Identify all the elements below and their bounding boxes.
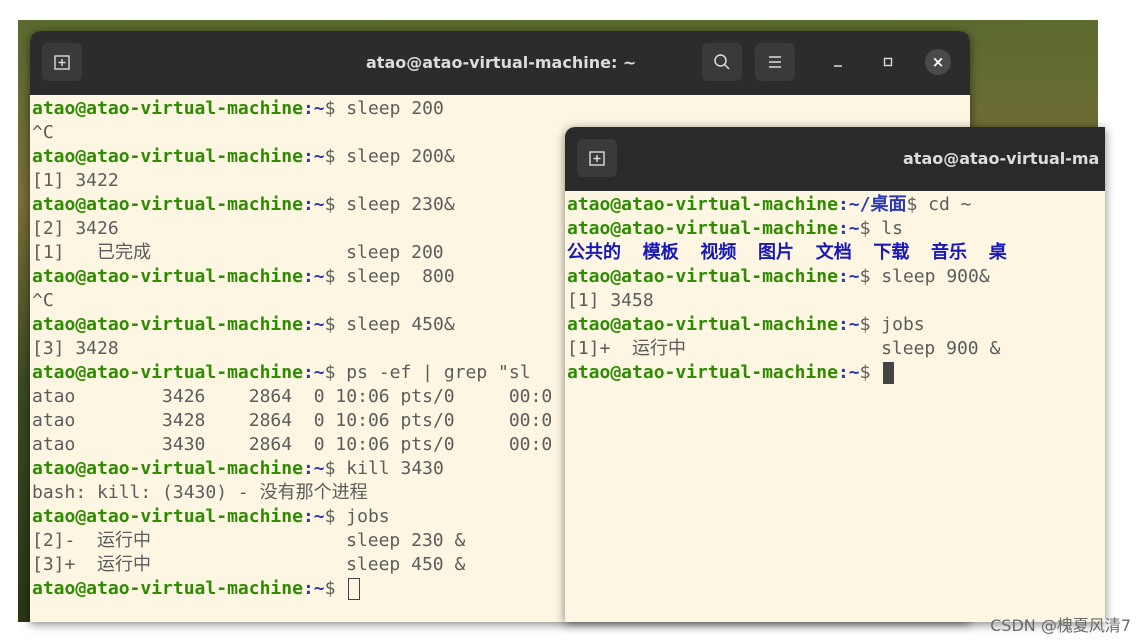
prompt-user: atao@atao-virtual-machine <box>32 266 303 287</box>
prompt-user: atao@atao-virtual-machine <box>32 458 303 479</box>
minimize-icon <box>834 65 842 67</box>
prompt-path: :~ <box>302 98 325 119</box>
hamburger-menu-icon <box>769 56 781 68</box>
prompt-user: atao@atao-virtual-machine <box>567 314 838 335</box>
text-cursor <box>883 362 895 384</box>
prompt-line: atao@atao-virtual-machine:~$ jobs <box>567 313 925 337</box>
prompt-line: atao@atao-virtual-machine:~$ ls <box>567 217 903 241</box>
prompt-line: atao@atao-virtual-machine:~$ kill 3430 <box>32 457 444 481</box>
prompt-line: atao@atao-virtual-machine:~$ sleep 450& <box>32 313 455 337</box>
command-text: $ sleep 230& <box>324 194 455 215</box>
output-line: [3] 3428 <box>32 338 119 359</box>
prompt-line: atao@atao-virtual-machine:~$ <box>32 577 361 601</box>
prompt-user: atao@atao-virtual-machine <box>32 362 303 383</box>
command-text: $ <box>859 362 882 383</box>
window-title: atao@atao-virtual-ma <box>903 149 1100 168</box>
prompt-path: :~ <box>302 314 325 335</box>
prompt-line: atao@atao-virtual-machine:~$ jobs <box>32 505 390 529</box>
prompt-path: :~ <box>837 266 860 287</box>
prompt-path: :~ <box>302 362 325 383</box>
prompt-user: atao@atao-virtual-machine <box>567 362 838 383</box>
command-text: $ sleep 450& <box>324 314 455 335</box>
prompt-line: atao@atao-virtual-machine:~$ sleep 200 <box>32 97 444 121</box>
ls-output-line: 公共的 模板 视频 图片 文档 下载 音乐 桌 <box>567 241 1007 265</box>
command-text: $ ps -ef | grep "sl <box>324 362 531 383</box>
command-text: $ <box>324 578 347 599</box>
output-line: atao 3430 2864 0 10:06 pts/0 00:0 <box>32 434 553 455</box>
prompt-user: atao@atao-virtual-machine <box>32 506 303 527</box>
prompt-user: atao@atao-virtual-machine <box>32 314 303 335</box>
command-text: $ sleep 900& <box>859 266 990 287</box>
prompt-user: atao@atao-virtual-machine <box>32 98 303 119</box>
text-cursor <box>348 578 361 600</box>
directory-listing: 公共的 模板 视频 图片 文档 下载 音乐 桌 <box>567 242 1007 263</box>
close-button[interactable]: × <box>918 43 958 81</box>
output-line: [1]+ 运行中 sleep 900 & <box>567 338 1001 359</box>
maximize-button[interactable] <box>868 43 908 81</box>
prompt-path: :~ <box>302 266 325 287</box>
new-tab-icon <box>54 55 70 70</box>
command-text: $ ls <box>859 218 903 239</box>
command-text: $ jobs <box>859 314 925 335</box>
output-line: bash: kill: (3430) - 没有那个进程 <box>32 482 368 503</box>
prompt-line: atao@atao-virtual-machine:~$ sleep 800 <box>32 265 455 289</box>
prompt-line: atao@atao-virtual-machine:~$ <box>567 361 895 385</box>
command-text: $ kill 3430 <box>324 458 444 479</box>
window-titlebar[interactable]: atao@atao-virtual-ma <box>565 127 1105 191</box>
prompt-line: atao@atao-virtual-machine:~/桌面$ cd ~ <box>567 193 971 217</box>
output-line: ^C <box>32 290 54 311</box>
prompt-path: :~ <box>837 218 860 239</box>
search-button[interactable] <box>702 43 742 81</box>
maximize-icon <box>883 57 893 67</box>
command-text: $ sleep 200 <box>324 98 444 119</box>
command-text: $ sleep 200& <box>324 146 455 167</box>
prompt-path: :~ <box>302 146 325 167</box>
output-line: [1] 3422 <box>32 170 119 191</box>
prompt-user: atao@atao-virtual-machine <box>567 266 838 287</box>
terminal-window-secondary[interactable]: atao@atao-virtual-ma atao@atao-virtual-m… <box>565 127 1105 622</box>
menu-button[interactable] <box>755 43 795 81</box>
minimize-button[interactable] <box>818 43 858 81</box>
prompt-path: :~ <box>302 506 325 527</box>
prompt-path: :~ <box>837 362 860 383</box>
output-line: atao 3428 2864 0 10:06 pts/0 00:0 <box>32 410 553 431</box>
terminal-output[interactable]: atao@atao-virtual-machine:~/桌面$ cd ~ atao… <box>565 191 1105 622</box>
prompt-user: atao@atao-virtual-machine <box>32 578 303 599</box>
new-tab-icon <box>589 151 605 166</box>
command-text: $ cd ~ <box>906 194 972 215</box>
prompt-path: :~/桌面 <box>837 194 907 215</box>
new-tab-button[interactable] <box>577 139 617 177</box>
output-line: [1] 3458 <box>567 290 654 311</box>
new-tab-button[interactable] <box>42 43 82 81</box>
close-icon: × <box>925 49 951 75</box>
prompt-path: :~ <box>302 458 325 479</box>
search-icon <box>714 54 730 70</box>
output-line: [2]- 运行中 sleep 230 & <box>32 530 466 551</box>
window-titlebar[interactable]: atao@atao-virtual-machine: ~ × <box>30 31 970 95</box>
prompt-line: atao@atao-virtual-machine:~$ ps -ef | gr… <box>32 361 531 385</box>
prompt-user: atao@atao-virtual-machine <box>32 146 303 167</box>
prompt-line: atao@atao-virtual-machine:~$ sleep 200& <box>32 145 455 169</box>
command-text: $ jobs <box>324 506 390 527</box>
prompt-line: atao@atao-virtual-machine:~$ sleep 900& <box>567 265 990 289</box>
output-line: [1] 已完成 sleep 200 <box>32 242 444 263</box>
prompt-user: atao@atao-virtual-machine <box>32 194 303 215</box>
command-text: $ sleep 800 <box>324 266 455 287</box>
output-line: [2] 3426 <box>32 218 119 239</box>
prompt-path: :~ <box>302 578 325 599</box>
prompt-path: :~ <box>837 314 860 335</box>
prompt-path: :~ <box>302 194 325 215</box>
prompt-user: atao@atao-virtual-machine <box>567 218 838 239</box>
prompt-user: atao@atao-virtual-machine <box>567 194 838 215</box>
output-line: ^C <box>32 122 54 143</box>
output-line: [3]+ 运行中 sleep 450 & <box>32 554 466 575</box>
prompt-line: atao@atao-virtual-machine:~$ sleep 230& <box>32 193 455 217</box>
window-title: atao@atao-virtual-machine: ~ <box>366 53 637 72</box>
output-line: atao 3426 2864 0 10:06 pts/0 00:0 <box>32 386 553 407</box>
watermark: CSDN @槐夏风清7 <box>990 616 1131 635</box>
